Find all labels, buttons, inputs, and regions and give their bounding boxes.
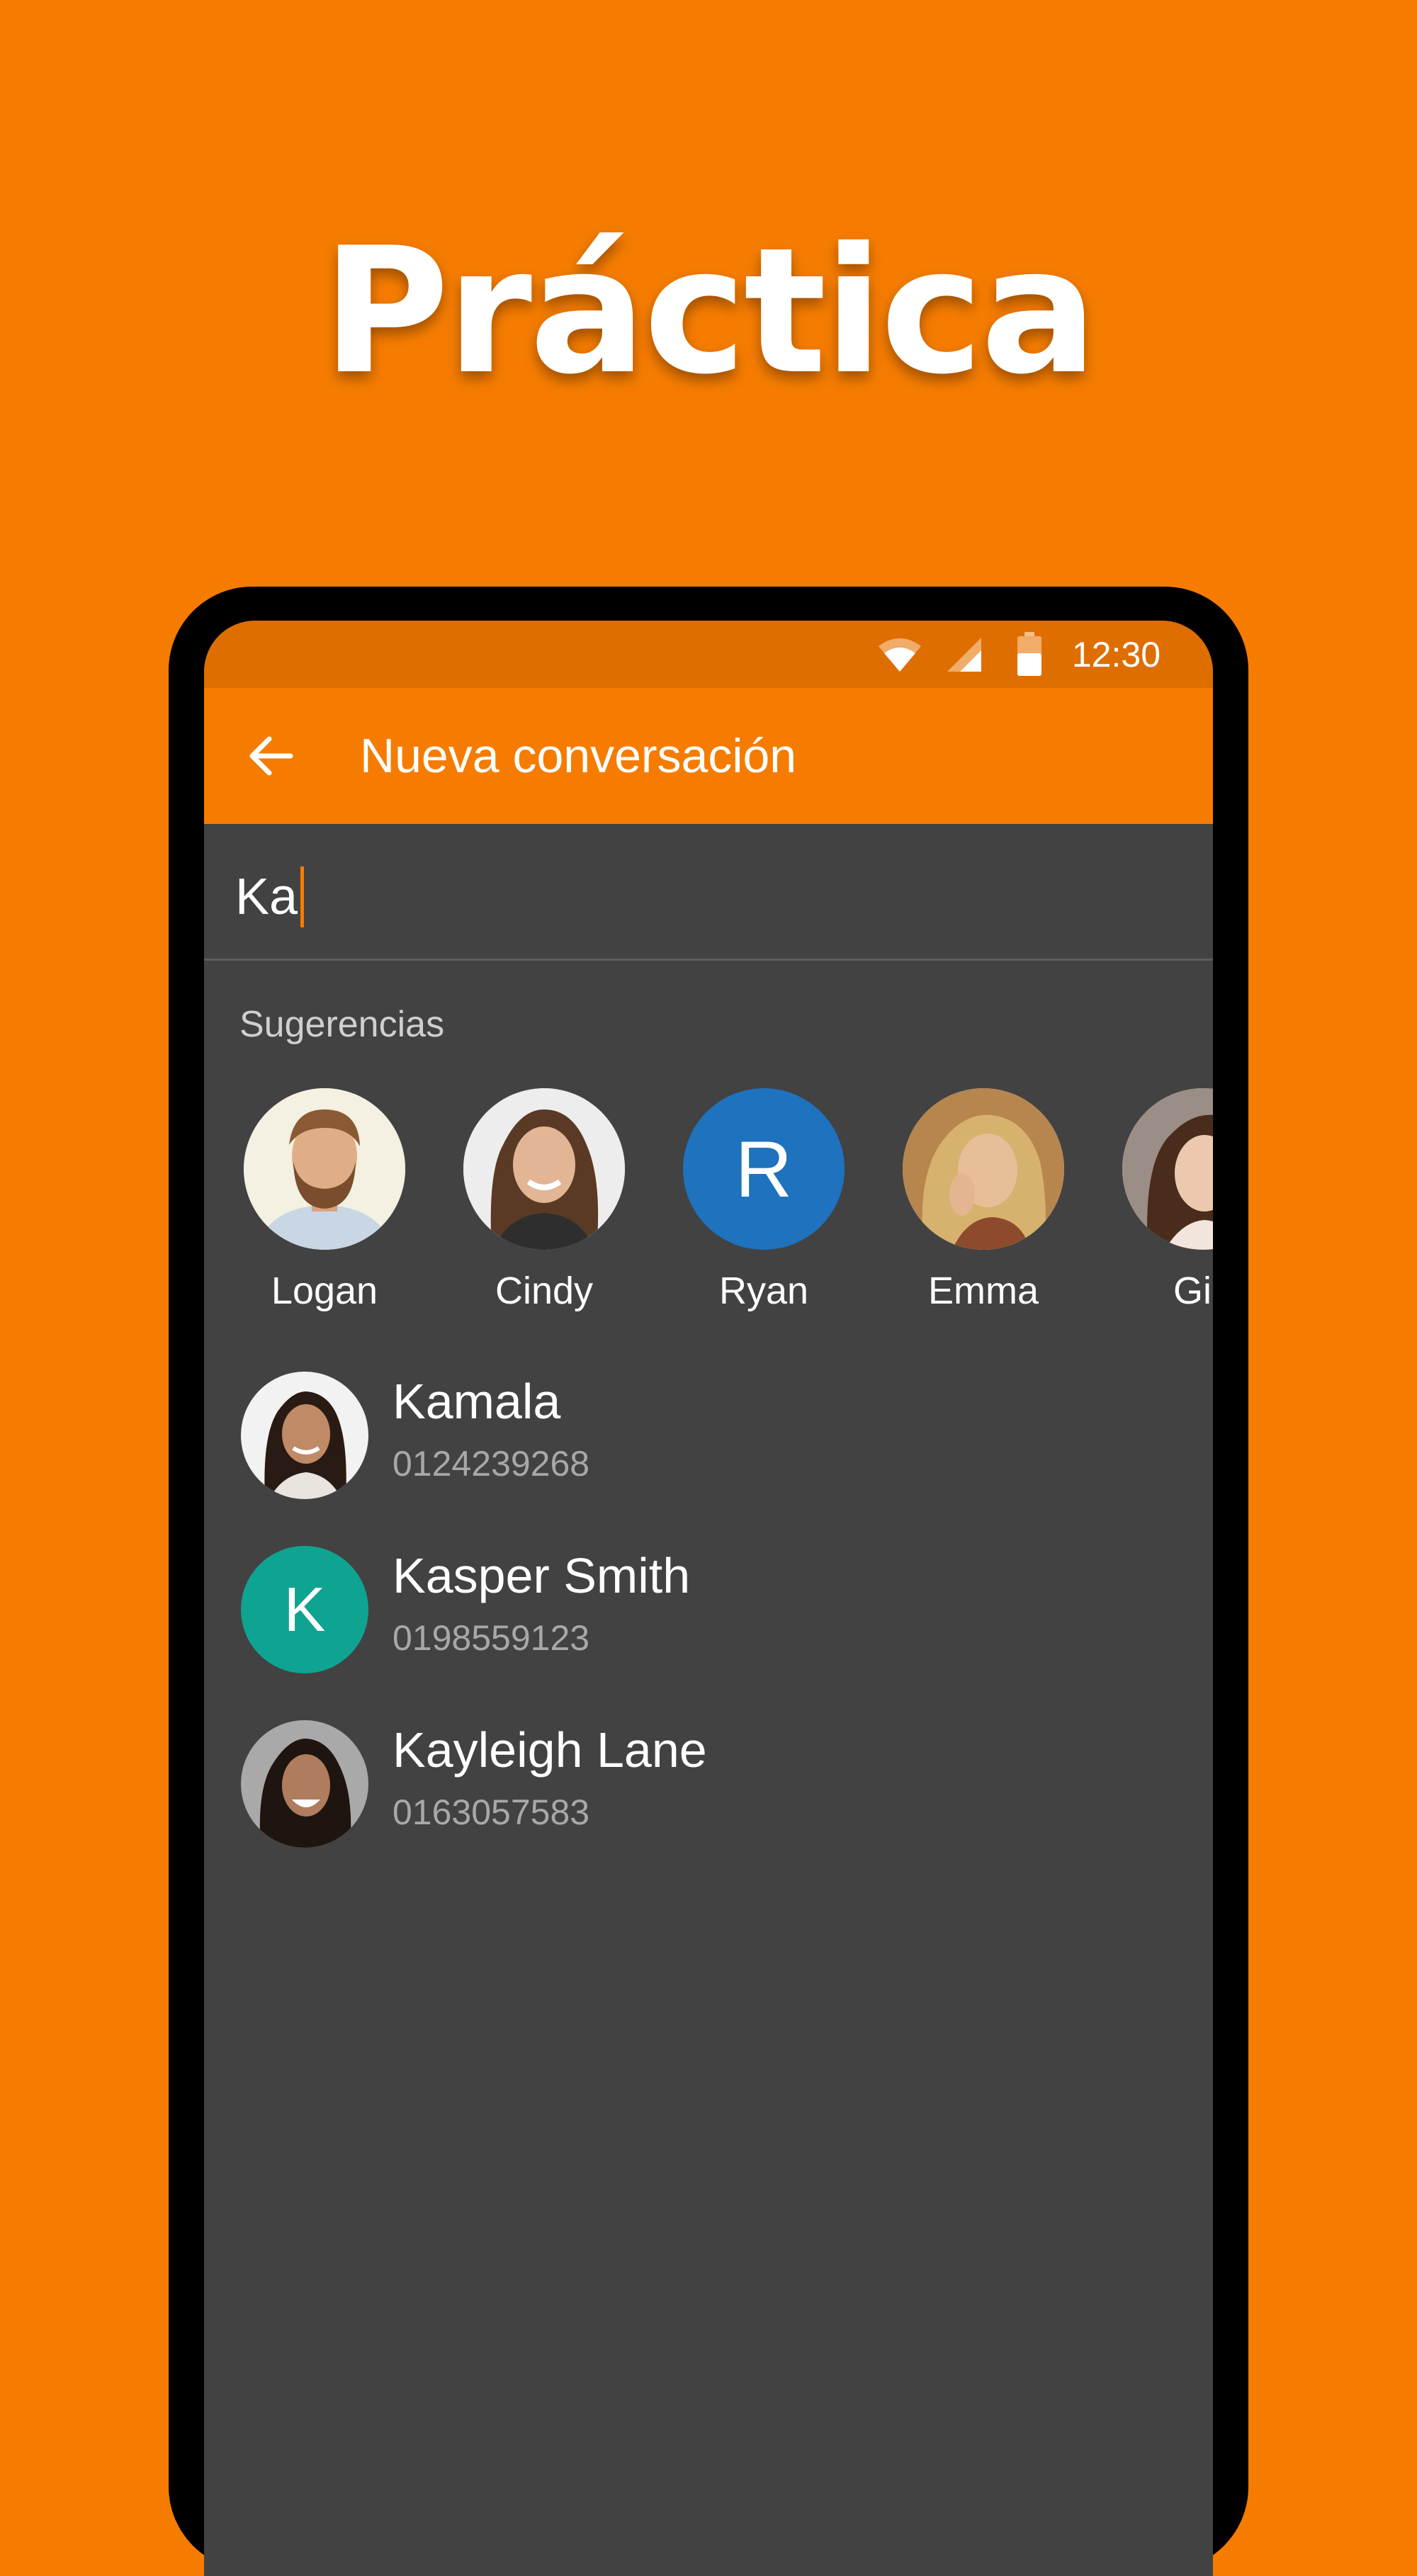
- search-input-value: Ka: [235, 869, 298, 925]
- search-input[interactable]: Ka: [235, 865, 305, 929]
- avatar-letter: K: [283, 1574, 326, 1644]
- avatar: [244, 1088, 405, 1250]
- suggestion-name: Ryan: [718, 1270, 809, 1312]
- back-button[interactable]: [235, 721, 306, 791]
- phone-screen: 12:30 Nueva conversación Ka Sugerencias: [204, 621, 1213, 2576]
- contact-name: Kasper Smith: [393, 1548, 691, 1603]
- suggestion-logan[interactable]: Logan: [239, 1088, 410, 1314]
- suggestion-name: Gin: [1173, 1270, 1213, 1312]
- avatar: [1122, 1088, 1213, 1250]
- contact-row[interactable]: Kamala 0124239268: [204, 1372, 1213, 1542]
- contact-phone: 0163057583: [393, 1792, 590, 1832]
- contact-name: Kayleigh Lane: [393, 1722, 707, 1778]
- avatar: R: [683, 1088, 845, 1250]
- suggestion-cindy[interactable]: Cindy: [459, 1088, 629, 1314]
- wifi-icon: [879, 638, 921, 672]
- suggestion-ryan[interactable]: R Ryan: [679, 1088, 849, 1314]
- suggestion-emma[interactable]: Emma: [898, 1088, 1068, 1314]
- contact-avatar: [241, 1720, 368, 1848]
- suggestions-label: Sugerencias: [239, 1004, 445, 1045]
- contact-row[interactable]: Kayleigh Lane 0163057583: [204, 1720, 1213, 1890]
- hero-title: Práctica: [322, 210, 1098, 412]
- suggestion-name: Cindy: [495, 1270, 594, 1312]
- contact-row[interactable]: K Kasper Smith 0198559123: [204, 1546, 1213, 1716]
- status-time: 12:30: [1071, 635, 1161, 674]
- avatar: [903, 1088, 1064, 1250]
- contact-avatar: K: [241, 1546, 368, 1673]
- contact-phone: 0124239268: [393, 1444, 590, 1484]
- contact-name: Kamala: [393, 1374, 561, 1429]
- contact-phone: 0198559123: [393, 1618, 590, 1658]
- cell-signal-icon: [947, 638, 981, 672]
- arrow-back-icon: [249, 736, 293, 776]
- suggestion-gin[interactable]: Gin: [1118, 1088, 1213, 1314]
- battery-icon: [1017, 632, 1041, 676]
- app-bar: Nueva conversación: [204, 688, 1213, 824]
- contact-avatar: [241, 1372, 368, 1499]
- text-caret: [300, 866, 305, 927]
- status-bar: 12:30: [204, 621, 1213, 688]
- avatar: [463, 1088, 625, 1250]
- search-area: Ka: [204, 824, 1213, 961]
- avatar-letter: R: [735, 1124, 793, 1214]
- suggestion-name: Logan: [271, 1270, 378, 1312]
- suggestions-row: Logan Cindy R Ryan Emma Gi: [204, 1088, 1213, 1315]
- suggestion-name: Emma: [927, 1270, 1039, 1312]
- app-title: Nueva conversación: [360, 729, 797, 783]
